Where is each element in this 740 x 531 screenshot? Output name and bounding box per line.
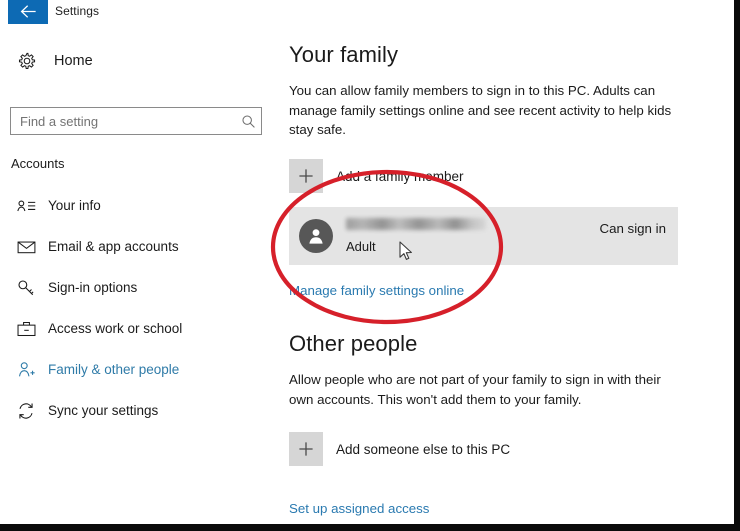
sync-icon (10, 402, 42, 420)
sidebar-item-email-app-accounts[interactable]: Email & app accounts (0, 226, 278, 267)
sidebar-item-family-other-people[interactable]: Family & other people (0, 349, 278, 390)
add-someone-else-label: Add someone else to this PC (336, 441, 511, 457)
main-content: Your family You can allow family members… (278, 25, 734, 524)
search-icon (235, 114, 261, 129)
avatar (299, 219, 333, 253)
sidebar-group-title: Accounts (11, 156, 65, 171)
key-icon (10, 279, 42, 297)
other-people-title: Other people (289, 331, 418, 356)
back-button[interactable] (8, 0, 48, 24)
plus-icon (289, 432, 323, 466)
page-title: Your family (289, 42, 399, 67)
sidebar-item-label: Family & other people (48, 362, 180, 377)
window-title: Settings (55, 4, 100, 18)
plus-icon (289, 159, 323, 193)
sidebar-item-label: Sync your settings (48, 403, 159, 418)
family-member-role: Adult (346, 239, 376, 254)
search-input[interactable] (11, 113, 235, 129)
sidebar-item-home[interactable]: Home (0, 44, 278, 78)
envelope-icon (10, 240, 42, 254)
sidebar-item-label: Email & app accounts (48, 239, 179, 254)
family-member-email-redacted (346, 218, 486, 230)
family-member-status: Can sign in (599, 221, 666, 236)
add-someone-else-button[interactable]: Add someone else to this PC (289, 432, 510, 466)
gear-icon (8, 52, 46, 70)
add-family-member-button[interactable]: Add a family member (289, 159, 464, 193)
sidebar-item-label: Sign-in options (48, 280, 138, 295)
sidebar-item-sign-in-options[interactable]: Sign-in options (0, 267, 278, 308)
briefcase-icon (10, 321, 42, 337)
sidebar: Home Accounts (0, 25, 278, 524)
sidebar-nav-list: Your info Email & app accounts Sign-in o… (0, 185, 278, 431)
sidebar-item-your-info[interactable]: Your info (0, 185, 278, 226)
sidebar-item-label: Access work or school (48, 321, 183, 336)
title-bar: Settings (0, 0, 734, 25)
family-member-row[interactable]: Adult Can sign in (289, 207, 678, 265)
settings-window: Settings Home Find a setting Accounts Yo… (0, 0, 740, 531)
setup-assigned-access-link[interactable]: Set up assigned access (289, 501, 429, 516)
manage-family-settings-link[interactable]: Manage family settings online (289, 283, 464, 298)
sidebar-home-label: Home (54, 53, 93, 69)
back-arrow-icon (8, 5, 48, 18)
search-box[interactable] (10, 107, 262, 135)
family-description: You can allow family members to sign in … (289, 83, 672, 137)
sidebar-item-access-work-school[interactable]: Access work or school (0, 308, 278, 349)
sidebar-item-sync-your-settings[interactable]: Sync your settings (0, 390, 278, 431)
add-family-member-label: Add a family member (336, 168, 464, 184)
other-people-description: Allow people who are not part of your fa… (289, 372, 661, 407)
sidebar-item-label: Your info (48, 198, 101, 213)
contact-card-icon (10, 199, 42, 213)
family-member-info: Adult (346, 218, 486, 254)
person-add-icon (10, 361, 42, 378)
